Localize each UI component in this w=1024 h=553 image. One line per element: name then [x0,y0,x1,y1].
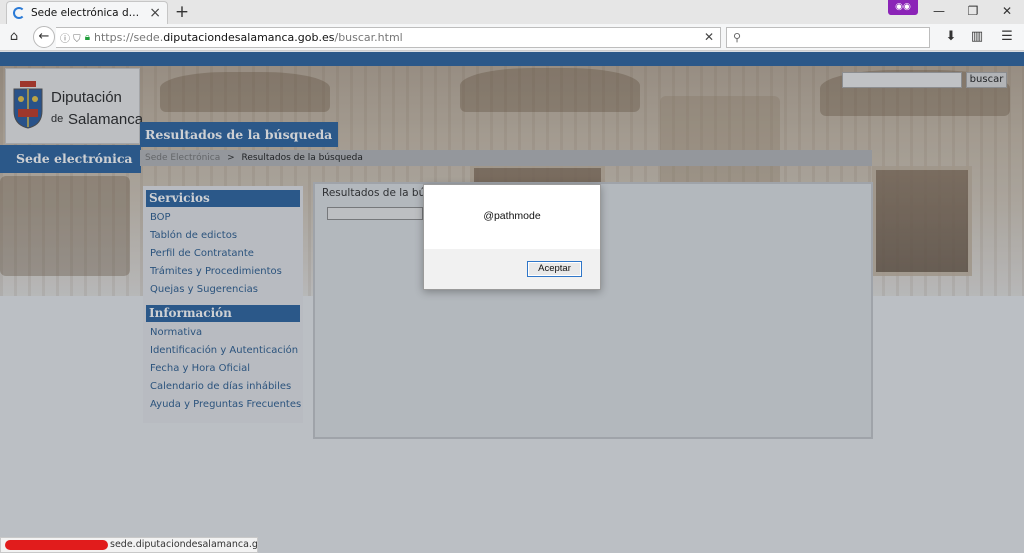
private-browsing-mask-icon: ◉◉ [888,0,918,15]
new-tab-button[interactable]: + [172,2,192,22]
clear-url-icon[interactable]: ✕ [704,30,714,44]
back-button[interactable]: ← [33,26,55,48]
url-text: https://sede.diputaciondesalamanca.gob.e… [94,31,403,44]
lock-icon: 🔒︎ [84,32,91,43]
sidebar-icon[interactable]: ▥ [968,28,986,46]
browser-toolbar: ⌂ ← ⓘ ⛉ 🔒︎ https://sede.diputaciondesala… [0,24,1024,51]
hamburger-menu-icon[interactable]: ☰ [998,28,1016,46]
browser-tab-active[interactable]: Sede electrónica de la Dip... × [6,1,168,24]
home-icon[interactable]: ⌂ [6,29,22,45]
url-scheme: https://sede. [94,31,164,44]
browser-titlebar: Sede electrónica de la Dip... × + ◉◉ — ❐… [0,0,1024,24]
loading-spinner-icon [13,7,25,19]
close-window-button[interactable]: ✕ [990,0,1024,22]
alert-dialog-body: @pathmode [424,185,600,249]
minimize-window-button[interactable]: — [922,0,956,22]
browser-search-input[interactable]: ⚲ [726,27,930,48]
modal-overlay [0,52,1024,553]
alert-dialog: @pathmode Aceptar [423,184,601,290]
close-tab-icon[interactable]: × [149,6,161,20]
alert-message: @pathmode [483,210,541,222]
status-bar-url: sede.diputaciondesalamanca.gob.es... [110,539,258,550]
restore-window-button[interactable]: ❐ [956,0,990,22]
url-host: diputaciondesalamanca.gob.es [163,31,335,44]
address-bar[interactable]: ⓘ ⛉ 🔒︎ https://sede.diputaciondesalamanc… [56,27,721,48]
web-page: Diputación de Salamanca Sede electrónica… [0,52,1024,553]
status-bar: sede.diputaciondesalamanca.gob.es... [0,537,258,553]
accept-button[interactable]: Aceptar [527,261,582,277]
redaction-mark [5,539,108,550]
download-arrow-icon[interactable]: ⬇ [942,28,960,46]
site-info-icon[interactable]: ⓘ ⛉ [60,30,81,45]
url-path: /buscar.html [334,31,403,44]
tab-title: Sede electrónica de la Dip... [31,7,143,19]
arrow-left-icon: ← [38,29,50,44]
magnifier-icon: ⚲ [733,31,742,44]
